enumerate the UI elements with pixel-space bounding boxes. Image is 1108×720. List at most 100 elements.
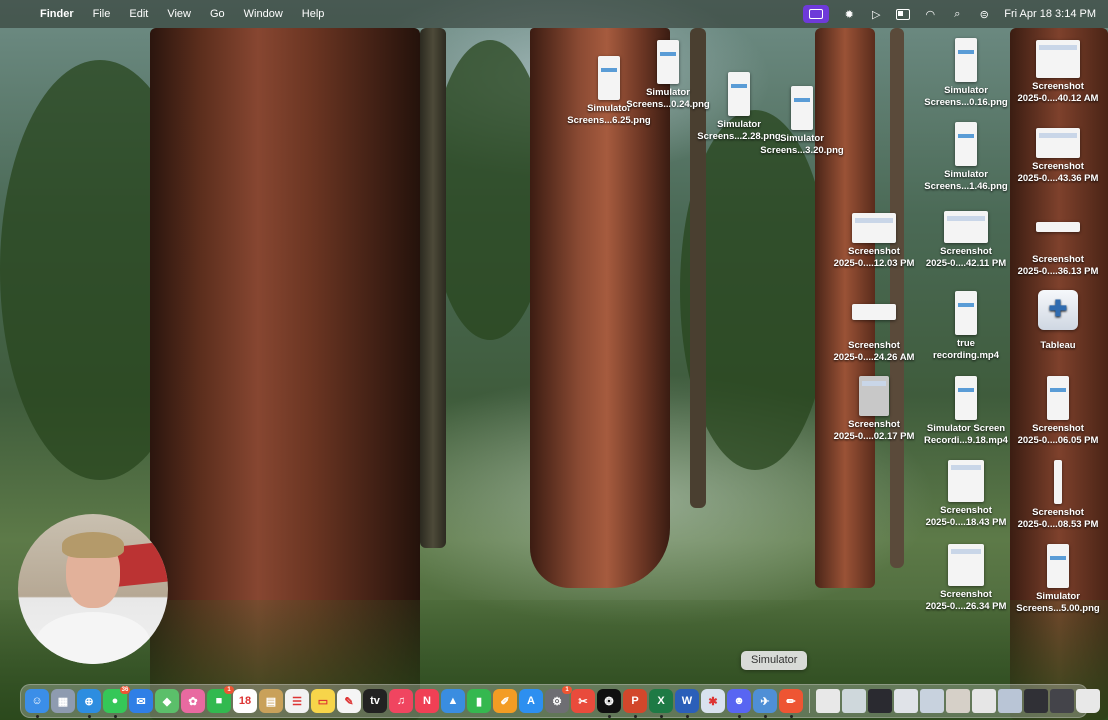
screenshot-thumbnail-icon[interactable] bbox=[920, 689, 944, 713]
maps-icon[interactable]: ◆ bbox=[155, 689, 179, 713]
menu-file[interactable]: File bbox=[93, 8, 111, 20]
mail-icon[interactable]: ✉ bbox=[129, 689, 153, 713]
desktop-file-icon[interactable]: Screenshot 2025-0....42.11 PM bbox=[916, 211, 1016, 270]
screen-thumbnail-icon[interactable] bbox=[1050, 689, 1074, 713]
desktop-file-icon[interactable]: Screenshot 2025-0....26.34 PM bbox=[916, 544, 1016, 613]
powerpoint-icon[interactable]: P bbox=[623, 689, 647, 718]
folder-thumbnail-icon[interactable] bbox=[946, 689, 970, 713]
desktop-file-icon[interactable]: Screenshot 2025-0....36.13 PM bbox=[1008, 222, 1108, 278]
desktop-file-icon[interactable]: Simulator Screens...0.16.png bbox=[916, 38, 1016, 109]
menu-bar-clock[interactable]: Fri Apr 18 3:14 PM bbox=[1004, 8, 1096, 20]
numbers-icon[interactable]: ▮ bbox=[467, 689, 491, 713]
file-name-line1: Simulator bbox=[944, 169, 988, 180]
play-icon[interactable]: ▷ bbox=[869, 8, 883, 21]
wallpaper-tree bbox=[890, 28, 904, 568]
notes-icon[interactable]: ▭ bbox=[311, 689, 335, 713]
dock-icon-glyph: ✿ bbox=[188, 695, 198, 708]
wifi-icon[interactable]: ◠ bbox=[923, 8, 937, 21]
word-icon[interactable]: W bbox=[675, 689, 699, 718]
pdf-viewer-icon[interactable]: ✂ bbox=[571, 689, 595, 713]
pen-app-icon[interactable]: ✏ bbox=[779, 689, 803, 718]
desktop-file-icon[interactable]: Simulator Screens...5.00.png bbox=[1008, 544, 1108, 615]
desktop-file-icon[interactable]: Screenshot 2025-0....24.26 AM bbox=[824, 304, 924, 364]
file-name-line2: 2025-0....06.05 PM bbox=[1017, 435, 1099, 446]
dock-icon-glyph: ⊕ bbox=[84, 695, 94, 708]
dock-tooltip: Simulator bbox=[741, 651, 808, 670]
file-name-line2: Recordi...9.18.mp4 bbox=[924, 435, 1008, 446]
pages-icon[interactable]: ✐ bbox=[493, 689, 517, 713]
music-icon[interactable]: ♫ bbox=[389, 689, 413, 713]
desktop-file-icon[interactable]: Screenshot 2025-0....40.12 AM bbox=[1008, 40, 1108, 105]
desktop-file-icon[interactable]: Screenshot 2025-0....08.53 PM bbox=[1008, 460, 1108, 531]
xcode-icon[interactable]: ✱ bbox=[701, 689, 725, 713]
file-name-line1: Simulator Screen bbox=[926, 423, 1006, 434]
dock-icon-glyph: ❂ bbox=[604, 695, 614, 708]
excel-icon[interactable]: X bbox=[649, 689, 673, 718]
file-name-line1: Simulator bbox=[780, 133, 824, 144]
file-thumbnail bbox=[955, 291, 977, 335]
calendar-icon[interactable]: 18 bbox=[233, 689, 257, 713]
menu-app-name[interactable]: Finder bbox=[40, 8, 74, 20]
screen-thumbnail-icon[interactable] bbox=[868, 689, 892, 713]
desktop-file-icon[interactable]: Screenshot 2025-0....18.43 PM bbox=[916, 460, 1016, 529]
menu-go[interactable]: Go bbox=[210, 8, 225, 20]
document-icon[interactable] bbox=[816, 689, 840, 713]
dock-icon-glyph: ☻ bbox=[733, 695, 745, 707]
file-name-line2: 2025-0....24.26 AM bbox=[833, 352, 915, 363]
battery-icon[interactable] bbox=[896, 8, 911, 20]
messages-icon[interactable]: ● 36 bbox=[103, 686, 130, 718]
photos-icon[interactable]: ✿ bbox=[181, 689, 205, 713]
screenshot-thumbnail-icon[interactable] bbox=[972, 689, 996, 713]
system-settings-icon[interactable]: ⚙ 1 bbox=[545, 686, 572, 713]
simulator-icon[interactable]: ✈ bbox=[753, 689, 777, 718]
menu-help[interactable]: Help bbox=[302, 8, 325, 20]
desktop-file-icon[interactable]: Screenshot 2025-0....02.17 PM bbox=[824, 376, 924, 443]
control-center-icon[interactable]: ⊜ bbox=[977, 8, 991, 21]
news-icon[interactable]: N bbox=[415, 689, 439, 713]
webcam-overlay[interactable] bbox=[18, 514, 168, 664]
desktop-file-icon[interactable]: Simulator Screens...1.46.png bbox=[916, 122, 1016, 193]
launchpad-icon[interactable]: ▦ bbox=[51, 689, 75, 713]
app-store-icon[interactable]: A bbox=[519, 689, 543, 713]
notes-folder-icon[interactable]: ▤ bbox=[259, 689, 283, 713]
freeform-icon[interactable]: ✎ bbox=[337, 689, 361, 713]
file-thumbnail bbox=[791, 86, 813, 130]
menu-view[interactable]: View bbox=[167, 8, 191, 20]
tableau-app-icon[interactable]: Tableau bbox=[1008, 290, 1108, 352]
desktop-file-icon[interactable]: Screenshot 2025-0....43.36 PM bbox=[1008, 128, 1108, 185]
file-name-line2: Screens...5.00.png bbox=[1016, 603, 1100, 614]
file-name-line2: Screens...0.16.png bbox=[924, 97, 1008, 108]
desktop-file-icon[interactable]: Simulator Screen Recordi...9.18.mp4 bbox=[916, 376, 1016, 447]
dock-icon-glyph: ▮ bbox=[475, 695, 483, 708]
dock-icon-glyph: ✉ bbox=[136, 695, 146, 708]
screen-thumbnail-icon[interactable] bbox=[1024, 689, 1048, 713]
menu-bar: Finder File Edit View Go Window Help ✹ ▷… bbox=[0, 0, 1108, 28]
discord-icon[interactable]: ☻ bbox=[727, 689, 751, 718]
keynote-icon[interactable]: ▲ bbox=[441, 689, 465, 713]
dock-icon-glyph: ✏ bbox=[786, 695, 796, 708]
screenshot-thumbnail-icon[interactable] bbox=[998, 689, 1022, 713]
file-thumbnail-icon[interactable] bbox=[842, 689, 866, 713]
menu-edit[interactable]: Edit bbox=[129, 8, 148, 20]
tv-icon[interactable]: tv bbox=[363, 689, 387, 713]
screen-recording-icon[interactable] bbox=[803, 5, 830, 23]
brightness-icon[interactable]: ✹ bbox=[842, 8, 856, 21]
menu-window[interactable]: Window bbox=[244, 8, 283, 20]
dock-icon-glyph: P bbox=[631, 695, 639, 707]
safari-icon[interactable]: ⊕ bbox=[77, 689, 101, 718]
screenshot-thumbnail-icon[interactable] bbox=[894, 689, 918, 713]
reminders-icon[interactable]: ☰ bbox=[285, 689, 309, 713]
desktop-file-icon[interactable]: true recording.mp4 bbox=[916, 291, 1016, 362]
finder-icon[interactable]: ☺ bbox=[25, 689, 49, 718]
spotlight-search-icon[interactable]: ⌕ bbox=[950, 8, 964, 20]
trash-icon[interactable] bbox=[1076, 689, 1100, 713]
desktop-file-icon[interactable]: Simulator Screens...3.20.png bbox=[752, 86, 852, 157]
dock-icon-glyph: ▭ bbox=[317, 695, 329, 708]
file-name-line2: recording.mp4 bbox=[933, 350, 999, 361]
chatgpt-icon[interactable]: ❂ bbox=[597, 689, 621, 718]
facetime-icon[interactable]: ■ 1 bbox=[207, 686, 234, 713]
file-name-line1: Screenshot bbox=[1032, 81, 1084, 92]
desktop-file-icon[interactable]: Screenshot 2025-0....06.05 PM bbox=[1008, 376, 1108, 447]
desktop-file-icon[interactable]: Screenshot 2025-0....12.03 PM bbox=[824, 213, 924, 270]
dock-icon-glyph: ● bbox=[111, 695, 119, 707]
